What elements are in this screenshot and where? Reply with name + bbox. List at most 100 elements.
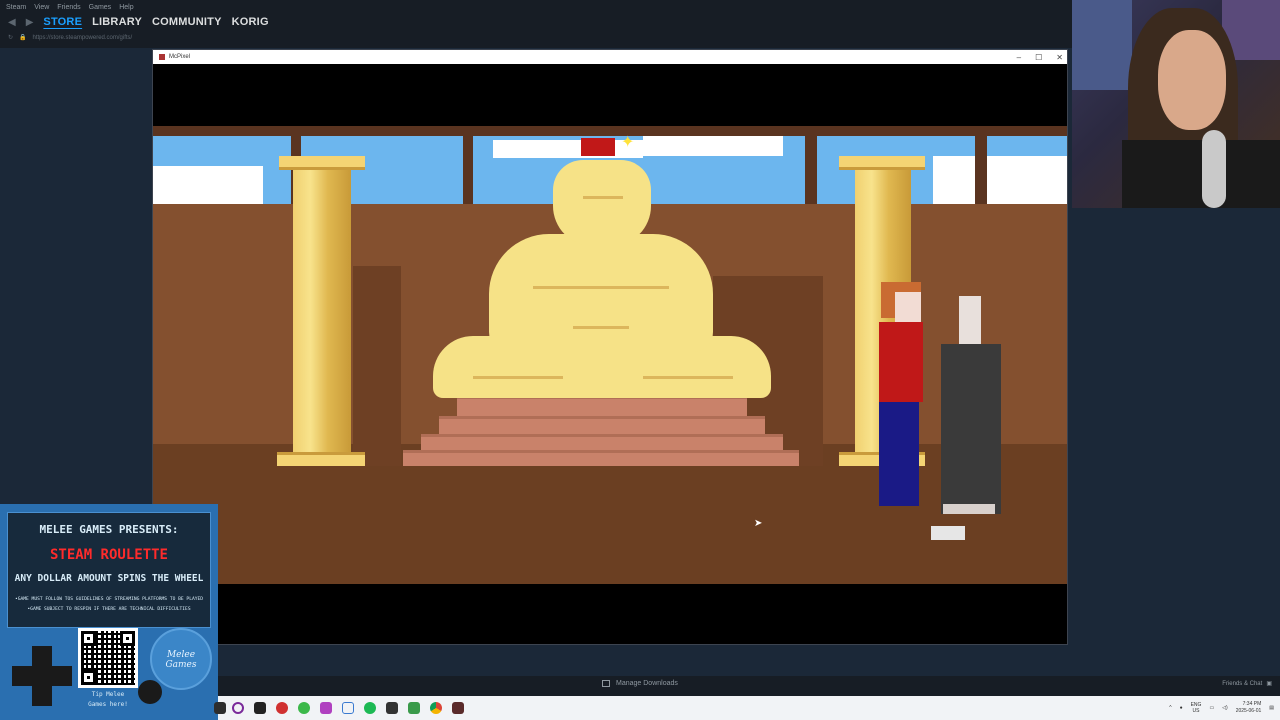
tip-text: Tip Melee Games here! xyxy=(72,690,144,710)
steam-footer: Manage Downloads Friends & Chat ▣ xyxy=(218,676,1280,696)
qr-finder xyxy=(81,631,96,646)
game-window[interactable]: McPixel – ☐ ✕ ✦ xyxy=(152,49,1068,645)
right-column-capital xyxy=(839,156,925,170)
tab-community[interactable]: COMMUNITY xyxy=(152,16,222,28)
cortana-icon[interactable] xyxy=(232,702,244,714)
tip-line-1: Tip Melee xyxy=(91,691,125,698)
lock-icon: 🔒 xyxy=(19,35,27,41)
friends-chat-label: Friends & Chat xyxy=(1222,680,1263,687)
rule-text: •GAME SUBJECT TO RESPIN IF THERE ARE TEC… xyxy=(27,607,191,612)
menu-view[interactable]: View xyxy=(34,4,49,11)
pedestal-top[interactable] xyxy=(457,396,747,416)
wall-shadow xyxy=(353,266,401,466)
webcam-shirt xyxy=(1122,140,1280,208)
taskbar-app-icon[interactable] xyxy=(320,702,332,714)
buddha-face-line xyxy=(583,196,623,199)
menu-steam[interactable]: Steam xyxy=(6,4,26,11)
menu-games[interactable]: Games xyxy=(89,4,112,11)
fez-hat-icon[interactable] xyxy=(581,138,615,156)
taskbar-app-icon[interactable] xyxy=(386,702,398,714)
tray-chevron-icon[interactable]: ^ xyxy=(1169,705,1171,711)
language-indicator[interactable]: ENG US xyxy=(1191,702,1202,714)
sparkle-icon: ✦ xyxy=(621,134,635,151)
mcpixel-pants xyxy=(879,402,919,506)
clock[interactable]: 7:34 PM 2025-06-01 xyxy=(1236,701,1262,715)
dpad-icon xyxy=(12,666,72,686)
downloads-icon xyxy=(602,680,610,687)
npc-head[interactable] xyxy=(959,296,981,346)
npc-coat[interactable] xyxy=(941,344,1001,514)
roulette-title: STEAM ROULETTE xyxy=(49,547,168,563)
window-controls: – ☐ ✕ xyxy=(1017,50,1063,64)
url-text[interactable]: https://store.steampowered.com/gifts/ xyxy=(33,35,133,41)
back-arrow-icon[interactable]: ◀ xyxy=(8,17,16,28)
stream-overlay: MELEE GAMES PRESENTS: STEAM ROULETTE ANY… xyxy=(0,504,218,720)
buddha-torso[interactable] xyxy=(489,234,713,352)
volume-icon[interactable]: ◁) xyxy=(1222,705,1228,711)
forward-arrow-icon[interactable]: ▶ xyxy=(26,17,34,28)
tip-qr-code[interactable] xyxy=(78,628,138,688)
roulette-panel: MELEE GAMES PRESENTS: STEAM ROULETTE ANY… xyxy=(7,512,211,628)
window-beam xyxy=(463,126,473,208)
minimize-icon[interactable]: – xyxy=(1017,53,1021,62)
tab-store[interactable]: STORE xyxy=(43,16,82,28)
system-tray: ^ ● ENG US ▭ ◁) 7:34 PM 2025-06-01 ▤ xyxy=(1169,696,1280,720)
buddha-head[interactable] xyxy=(553,160,651,246)
microphone-icon xyxy=(1202,130,1226,208)
taskbar-app-icon[interactable] xyxy=(408,702,420,714)
url-bar: ↻ 🔒 https://store.steampowered.com/gifts… xyxy=(8,34,133,42)
buddha-lap-line xyxy=(473,376,563,379)
mcpixel-face xyxy=(895,292,921,322)
taskbar-app-icon[interactable] xyxy=(298,702,310,714)
steam-nav: ◀ ▶ STORE LIBRARY COMMUNITY KORIG xyxy=(8,16,269,28)
menu-help[interactable]: Help xyxy=(119,4,133,11)
logo-text: Melee Games xyxy=(165,650,197,670)
qr-finder xyxy=(81,670,96,685)
maximize-icon[interactable]: ☐ xyxy=(1035,53,1042,62)
buddha-robe-line xyxy=(533,286,669,289)
taskbar-app-icon[interactable] xyxy=(254,702,266,714)
temple-scene[interactable]: ✦ xyxy=(153,126,1067,584)
window-beam xyxy=(805,126,817,208)
item-on-floor[interactable] xyxy=(931,526,965,540)
taskbar-app-icon[interactable] xyxy=(276,702,288,714)
mcpixel-shirt xyxy=(879,322,923,402)
friends-chat-button[interactable]: Friends & Chat ▣ xyxy=(1222,680,1272,688)
webcam-shelf xyxy=(1072,0,1132,90)
taskbar-app-icon[interactable] xyxy=(342,702,354,714)
lang-bottom: US xyxy=(1192,708,1200,714)
menu-friends[interactable]: Friends xyxy=(57,4,80,11)
close-icon[interactable]: ✕ xyxy=(1056,53,1063,62)
pedestal-step xyxy=(421,434,783,450)
taskbar-app-icon[interactable] xyxy=(214,702,226,714)
game-canvas[interactable]: ✦ xyxy=(153,64,1067,644)
game-titlebar[interactable]: McPixel – ☐ ✕ xyxy=(153,50,1067,64)
buddha-lap-line xyxy=(643,376,733,379)
clock-date: 2025-06-01 xyxy=(1235,708,1262,714)
windows-taskbar: ^ ● ENG US ▭ ◁) 7:34 PM 2025-06-01 ▤ xyxy=(214,696,1280,720)
manage-downloads[interactable]: Manage Downloads xyxy=(602,680,678,687)
notifications-icon[interactable]: ▤ xyxy=(1269,705,1274,711)
network-icon[interactable]: ▭ xyxy=(1209,705,1214,711)
left-column xyxy=(293,170,351,454)
controller-button-icon xyxy=(138,680,162,704)
melee-games-logo: Melee Games xyxy=(150,628,212,690)
npc-feet xyxy=(943,504,995,514)
rule-text: •GAME MUST FOLLOW TOS GUIDELINES OF STRE… xyxy=(14,597,204,602)
left-column-base xyxy=(277,452,365,466)
tab-library[interactable]: LIBRARY xyxy=(92,16,142,28)
microphone-tray-icon[interactable]: ● xyxy=(1180,705,1183,711)
chrome-icon[interactable] xyxy=(430,702,442,714)
left-column-capital xyxy=(279,156,365,170)
cloud xyxy=(643,136,783,156)
steam-menu-bar: Steam View Friends Games Help xyxy=(6,4,134,11)
reload-icon[interactable]: ↻ xyxy=(8,34,13,41)
spotify-icon[interactable] xyxy=(364,702,376,714)
tab-profile[interactable]: KORIG xyxy=(232,16,269,28)
mcpixel-taskbar-icon[interactable] xyxy=(452,702,464,714)
cloud xyxy=(153,166,263,204)
presents-text: MELEE GAMES PRESENTS: xyxy=(39,523,179,536)
pedestal-base xyxy=(403,450,799,466)
manage-downloads-label: Manage Downloads xyxy=(616,680,678,687)
game-title: McPixel xyxy=(169,54,191,60)
